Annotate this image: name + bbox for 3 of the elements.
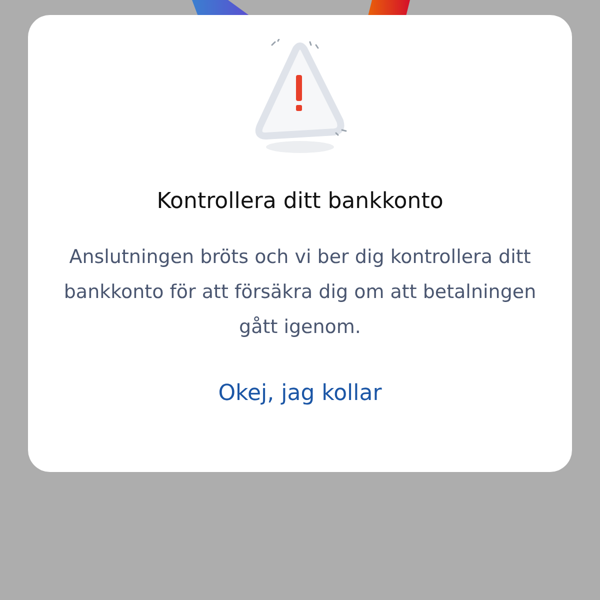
confirm-button[interactable]: Okej, jag kollar [208, 375, 392, 412]
dialog-title: Kontrollera ditt bankkonto [156, 189, 444, 214]
dialog-message: Anslutningen bröts och vi ber dig kontrollera ditt bankkonto för att försäkra dig om att betalningen gått igenom. [62, 245, 538, 340]
